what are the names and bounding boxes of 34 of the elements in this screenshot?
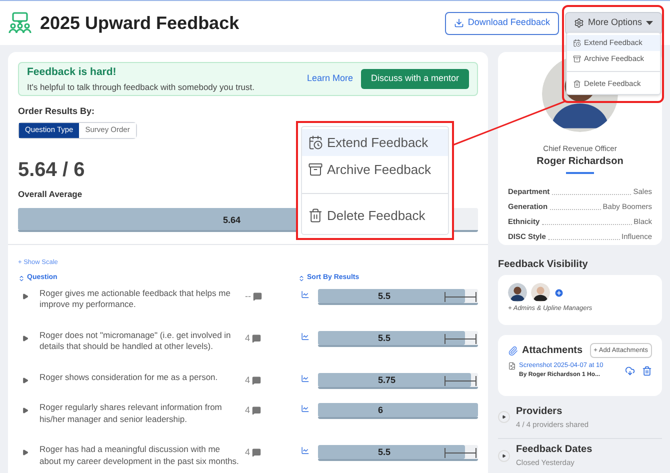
comment-count: -- <box>244 290 251 302</box>
average-score: 5.64 / 6 <box>18 158 85 182</box>
score-value: 5.5 <box>378 446 391 459</box>
page-title: 2025 Upward Feedback <box>40 12 240 35</box>
profile-name: Roger Richardson <box>536 155 624 170</box>
question-text: Roger gives me actionable feedback that helps me improve my performance. <box>40 288 232 310</box>
score-value: 6 <box>378 404 384 417</box>
discuss-with-mentor-button[interactable]: Discuss with a mentor <box>360 69 469 89</box>
download-feedback-button[interactable]: Download Feedback <box>444 12 559 34</box>
more-options-button[interactable]: More Options <box>564 12 662 34</box>
menu-item[interactable]: Delete Feedback <box>302 202 448 229</box>
learn-more-link[interactable]: Learn More <box>306 72 353 86</box>
menu-item[interactable]: Extend Feedback <box>302 129 448 156</box>
question-text: Roger has had a meaningful discussion with me about my career development in the past six months. <box>40 444 240 467</box>
order-label: Order Results By: <box>18 105 96 118</box>
average-label: Overall Average <box>18 188 82 200</box>
section-title: Feedback Dates <box>516 443 592 458</box>
question-text: Roger shows consideration for me as a person. <box>40 372 219 383</box>
comment-count: 4 <box>244 332 250 344</box>
menu-item[interactable]: Archive Feedback <box>302 156 448 183</box>
banner-title: Feedback is hard! <box>27 64 118 80</box>
question-text: Roger regularly shares relevant information from his/her manager and senior leadership. <box>40 402 223 425</box>
visibility-heading: Feedback Visibility <box>498 258 589 272</box>
score-value: 5.5 <box>378 332 391 344</box>
comment-count: 4 <box>244 446 250 459</box>
comment-count: 4 <box>244 404 250 417</box>
score-value: 5.5 <box>378 290 391 302</box>
comment-count: 4 <box>244 374 250 386</box>
average-value: 5.64 <box>223 214 241 228</box>
question-text: Roger does not "micromanage" (i.e. get involved in details that should be handled at other levels). <box>40 330 232 352</box>
score-value: 5.75 <box>378 374 396 386</box>
section-title: Providers <box>516 404 564 419</box>
banner-text: It's helpful to talk through feedback with somebody you trust. <box>27 80 254 94</box>
attachments-heading: Attachments <box>522 344 583 358</box>
